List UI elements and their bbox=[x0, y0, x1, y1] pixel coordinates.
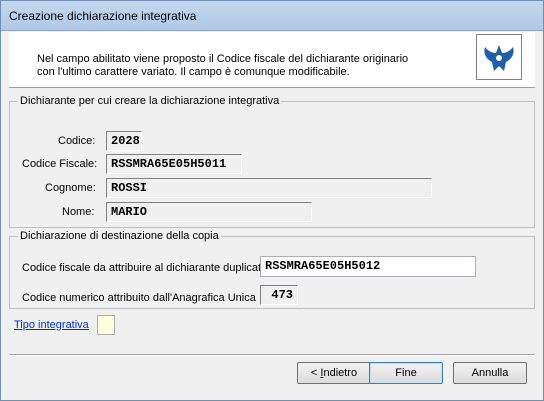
dialog-window: Creazione dichiarazione integrativa Nel … bbox=[0, 0, 544, 401]
dichiarante-group: Dichiarante per cui creare la dichiarazi… bbox=[9, 95, 535, 228]
codice-label: Codice: bbox=[58, 135, 96, 147]
blue-bird-icon bbox=[484, 45, 514, 71]
nome-field: MARIO bbox=[106, 202, 312, 222]
nome-label: Nome: bbox=[62, 206, 95, 218]
codice-fiscale-label: Codice Fiscale: bbox=[22, 158, 98, 170]
info-text: Nel campo abilitato viene proposto il Co… bbox=[37, 53, 457, 79]
finish-button[interactable]: Fine bbox=[369, 362, 443, 384]
logo bbox=[476, 34, 522, 80]
cf-duplicato-label: Codice fiscale da attribuire al dichiara… bbox=[22, 262, 268, 274]
content-area: Dichiarante per cui creare la dichiarazi… bbox=[9, 89, 535, 393]
codice-field: 2028 bbox=[106, 131, 142, 151]
info-line-1: Nel campo abilitato viene proposto il Co… bbox=[37, 53, 409, 65]
dichiarante-legend: Dichiarante per cui creare la dichiarazi… bbox=[18, 95, 282, 107]
cf-duplicato-input[interactable]: RSSMRA65E05H5012 bbox=[260, 256, 476, 277]
tipo-integrativa-input[interactable] bbox=[97, 315, 115, 335]
cognome-label: Cognome: bbox=[45, 182, 96, 194]
cancel-button[interactable]: Annulla bbox=[453, 362, 527, 384]
codice-numerico-label: Codice numerico attribuito dall'Anagrafi… bbox=[22, 292, 256, 304]
codice-fiscale-field: RSSMRA65E05H5011 bbox=[106, 154, 242, 174]
destinazione-group: Dichiarazione di destinazione della copi… bbox=[9, 230, 535, 309]
tipo-integrativa-link[interactable]: Tipo integrativa bbox=[14, 319, 89, 331]
info-header: Nel campo abilitato viene proposto il Co… bbox=[9, 32, 535, 88]
info-line-2: con l'ultimo carattere variato. Il campo… bbox=[37, 66, 350, 78]
footer-separator bbox=[9, 354, 535, 356]
destinazione-legend: Dichiarazione di destinazione della copi… bbox=[18, 230, 221, 242]
cognome-field: ROSSI bbox=[106, 178, 432, 198]
window-title: Creazione dichiarazione integrativa bbox=[9, 9, 197, 23]
title-bar[interactable]: Creazione dichiarazione integrativa bbox=[1, 1, 543, 31]
codice-numerico-field: 473 bbox=[260, 285, 298, 305]
back-button[interactable]: < Indietro bbox=[297, 362, 371, 384]
